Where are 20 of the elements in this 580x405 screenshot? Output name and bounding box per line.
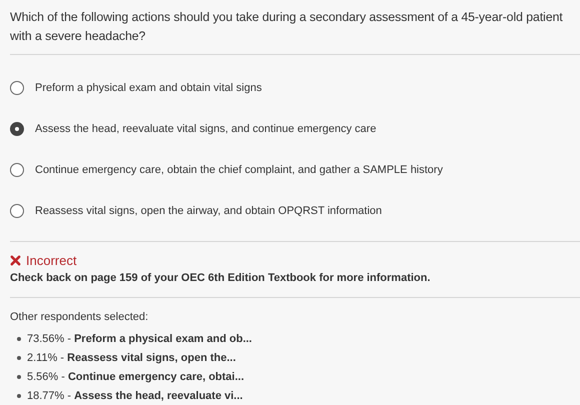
bullet-icon <box>17 356 21 360</box>
feedback-title: Incorrect <box>26 253 77 268</box>
radio-button[interactable] <box>10 122 24 136</box>
respondent-stat: 2.11% - Reassess vital signs, open the... <box>27 352 236 364</box>
bullet-icon <box>17 336 21 340</box>
radio-button[interactable] <box>10 80 24 94</box>
bullet-icon <box>17 394 21 398</box>
option-label[interactable]: Continue emergency care, obtain the chief complaint, and gather a SAMPLE history <box>35 164 443 176</box>
respondent-stat: 5.56% - Continue emergency care, obtai... <box>27 370 244 382</box>
option-label[interactable]: Preform a physical exam and obtain vital signs <box>35 82 262 94</box>
bullet-icon <box>17 374 21 378</box>
question-text: Which of the following actions should you take during a secondary assessment of a 45-year-old patient with a severe headache? <box>10 9 564 45</box>
respondents-heading: Other respondents selected: <box>10 311 150 323</box>
option-label[interactable]: Assess the head, reevaluate vital signs, and continue emergency care <box>35 122 376 134</box>
respondent-stat: 73.56% - Preform a physical exam and ob... <box>27 332 252 344</box>
radio-button[interactable] <box>10 162 24 176</box>
feedback-message: Check back on page 159 of your OEC 6th Edition Textbook for more information. <box>10 272 432 284</box>
option-label[interactable]: Reassess vital signs, open the airway, and obtain OPQRST information <box>35 204 382 216</box>
respondent-stat: 18.77% - Assess the head, reevaluate vi... <box>27 390 243 402</box>
radio-button[interactable] <box>10 204 24 218</box>
